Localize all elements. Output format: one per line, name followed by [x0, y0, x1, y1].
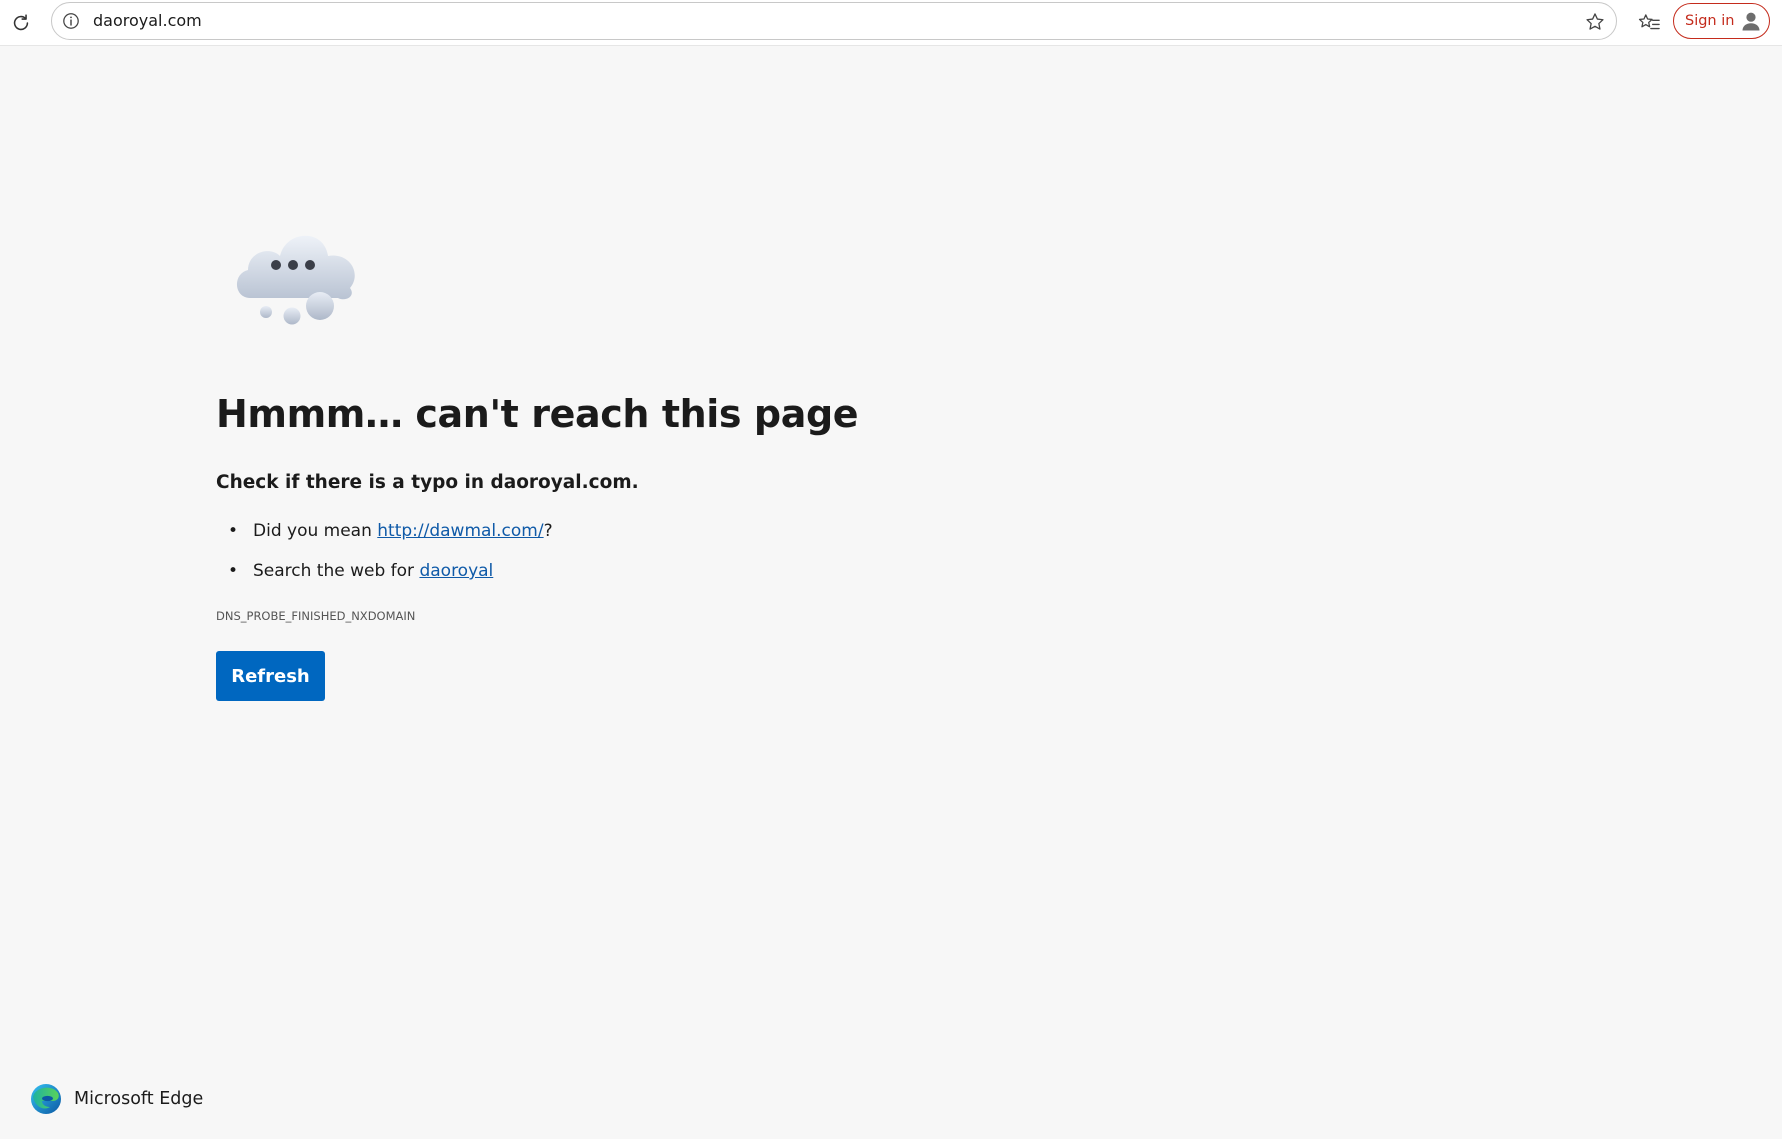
refresh-button[interactable]: Refresh — [216, 651, 325, 701]
edge-logo-icon — [31, 1084, 61, 1114]
search-web-link[interactable]: daoroyal — [419, 561, 493, 581]
cloud-illustration — [236, 235, 355, 325]
typo-hint: Check if there is a typo in daoroyal.com… — [216, 472, 639, 493]
star-icon[interactable] — [1582, 9, 1608, 35]
favorites-icon[interactable] — [1634, 8, 1664, 38]
suggested-url-link[interactable]: http://dawmal.com/ — [377, 521, 543, 541]
suggestion-suffix: ? — [543, 521, 553, 541]
avatar-icon — [1742, 12, 1760, 31]
footer-branding: Microsoft Edge — [30, 1082, 203, 1116]
bullet: • — [228, 561, 239, 581]
url-text[interactable]: daoroyal.com — [93, 3, 202, 39]
suggestion-prefix: Did you mean — [253, 521, 378, 541]
error-code: DNS_PROBE_FINISHED_NXDOMAIN — [216, 609, 416, 623]
list-item: • Search the web for daoroyal — [216, 556, 553, 596]
bullet: • — [228, 521, 239, 541]
page-title: Hmmm… can't reach this page — [216, 392, 859, 436]
list-item: • Did you mean http://dawmal.com/? — [216, 516, 553, 556]
info-icon[interactable] — [61, 11, 81, 31]
refresh-icon[interactable] — [6, 8, 36, 38]
suggestion-prefix: Search the web for — [253, 561, 420, 581]
footer-brand-label: Microsoft Edge — [74, 1089, 204, 1109]
sign-in-label: Sign in — [1685, 13, 1735, 29]
suggestion-list: • Did you mean http://dawmal.com/? • Sea… — [216, 516, 553, 596]
browser-toolbar: daoroyal.com Sign in — [0, 0, 1782, 46]
sign-in-button[interactable]: Sign in — [1673, 3, 1770, 39]
address-bar[interactable]: daoroyal.com — [51, 2, 1617, 40]
